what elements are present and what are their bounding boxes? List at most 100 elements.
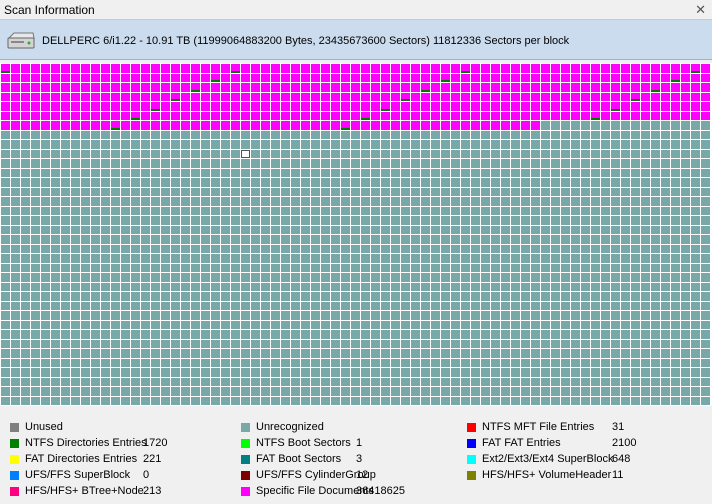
block-cell: [291, 216, 300, 225]
block-cell: [291, 178, 300, 187]
block-cell: [651, 225, 660, 234]
block-cell: [321, 377, 330, 386]
block-cell: [261, 301, 270, 310]
block-cell: [141, 149, 150, 158]
block-cell: [301, 168, 310, 177]
block-cell: [451, 263, 460, 272]
block-cell: [271, 225, 280, 234]
block-cell: [421, 83, 430, 92]
block-cell: [631, 197, 640, 206]
block-cell: [51, 254, 60, 263]
block-cell: [351, 140, 360, 149]
block-cell: [391, 168, 400, 177]
block-cell: [171, 377, 180, 386]
block-cell: [671, 396, 680, 405]
block-cell: [191, 140, 200, 149]
block-cell: [141, 320, 150, 329]
block-cell: [1, 263, 10, 272]
block-cell: [571, 149, 580, 158]
block-cell: [91, 292, 100, 301]
block-cell: [361, 368, 370, 377]
block-cell: [501, 387, 510, 396]
block-cell: [261, 197, 270, 206]
block-cell: [391, 273, 400, 282]
block-cell: [481, 330, 490, 339]
block-cell: [651, 216, 660, 225]
block-cell: [481, 254, 490, 263]
block-cell: [61, 83, 70, 92]
block-cell: [151, 149, 160, 158]
block-cell: [531, 159, 540, 168]
block-cell: [321, 387, 330, 396]
block-map[interactable]: [0, 63, 712, 406]
block-cell: [441, 92, 450, 101]
block-cell: [101, 330, 110, 339]
block-cell: [361, 235, 370, 244]
block-cell: [311, 206, 320, 215]
block-cell: [451, 377, 460, 386]
block-cell: [281, 292, 290, 301]
block-cell: [591, 320, 600, 329]
block-cell: [261, 102, 270, 111]
block-cell: [611, 187, 620, 196]
block-cell: [281, 92, 290, 101]
block-cell: [391, 187, 400, 196]
block-cell: [621, 263, 630, 272]
legend-swatch: [10, 439, 19, 448]
block-cell: [331, 92, 340, 101]
block-cell: [111, 216, 120, 225]
close-icon[interactable]: ✕: [695, 2, 706, 18]
block-cell: [511, 235, 520, 244]
selected-block-cell[interactable]: [241, 149, 250, 158]
block-cell: [71, 187, 80, 196]
block-cell: [231, 121, 240, 130]
block-cell: [11, 168, 20, 177]
block-cell: [261, 244, 270, 253]
block-cell: [421, 92, 430, 101]
block-cell: [401, 358, 410, 367]
block-cell: [511, 92, 520, 101]
block-cell: [21, 225, 30, 234]
block-cell: [231, 168, 240, 177]
block-cell: [491, 197, 500, 206]
block-cell: [91, 244, 100, 253]
block-cell: [691, 168, 700, 177]
block-cell: [111, 368, 120, 377]
block-cell: [241, 130, 250, 139]
block-cell: [291, 83, 300, 92]
block-cell: [311, 130, 320, 139]
block-cell: [291, 387, 300, 396]
block-cell: [501, 311, 510, 320]
block-cell: [251, 130, 260, 139]
block-cell: [331, 311, 340, 320]
block-cell: [181, 263, 190, 272]
block-cell: [441, 83, 450, 92]
block-cell: [541, 244, 550, 253]
block-cell: [471, 273, 480, 282]
block-cell: [221, 368, 230, 377]
block-cell: [511, 377, 520, 386]
block-cell: [551, 168, 560, 177]
block-cell: [551, 396, 560, 405]
block-cell: [551, 368, 560, 377]
block-cell: [111, 178, 120, 187]
block-cell: [601, 64, 610, 73]
block-cell: [521, 92, 530, 101]
block-cell: [571, 396, 580, 405]
block-cell: [321, 263, 330, 272]
block-cell: [651, 206, 660, 215]
block-cell: [151, 235, 160, 244]
block-cell: [71, 225, 80, 234]
block-cell: [181, 330, 190, 339]
block-cell: [121, 178, 130, 187]
block-cell: [531, 320, 540, 329]
block-cell: [111, 225, 120, 234]
block-cell: [301, 320, 310, 329]
block-cell: [151, 368, 160, 377]
block-cell: [141, 273, 150, 282]
block-cell: [231, 244, 240, 253]
block-cell: [321, 197, 330, 206]
block-cell: [31, 92, 40, 101]
block-cell: [291, 121, 300, 130]
block-cell: [651, 140, 660, 149]
